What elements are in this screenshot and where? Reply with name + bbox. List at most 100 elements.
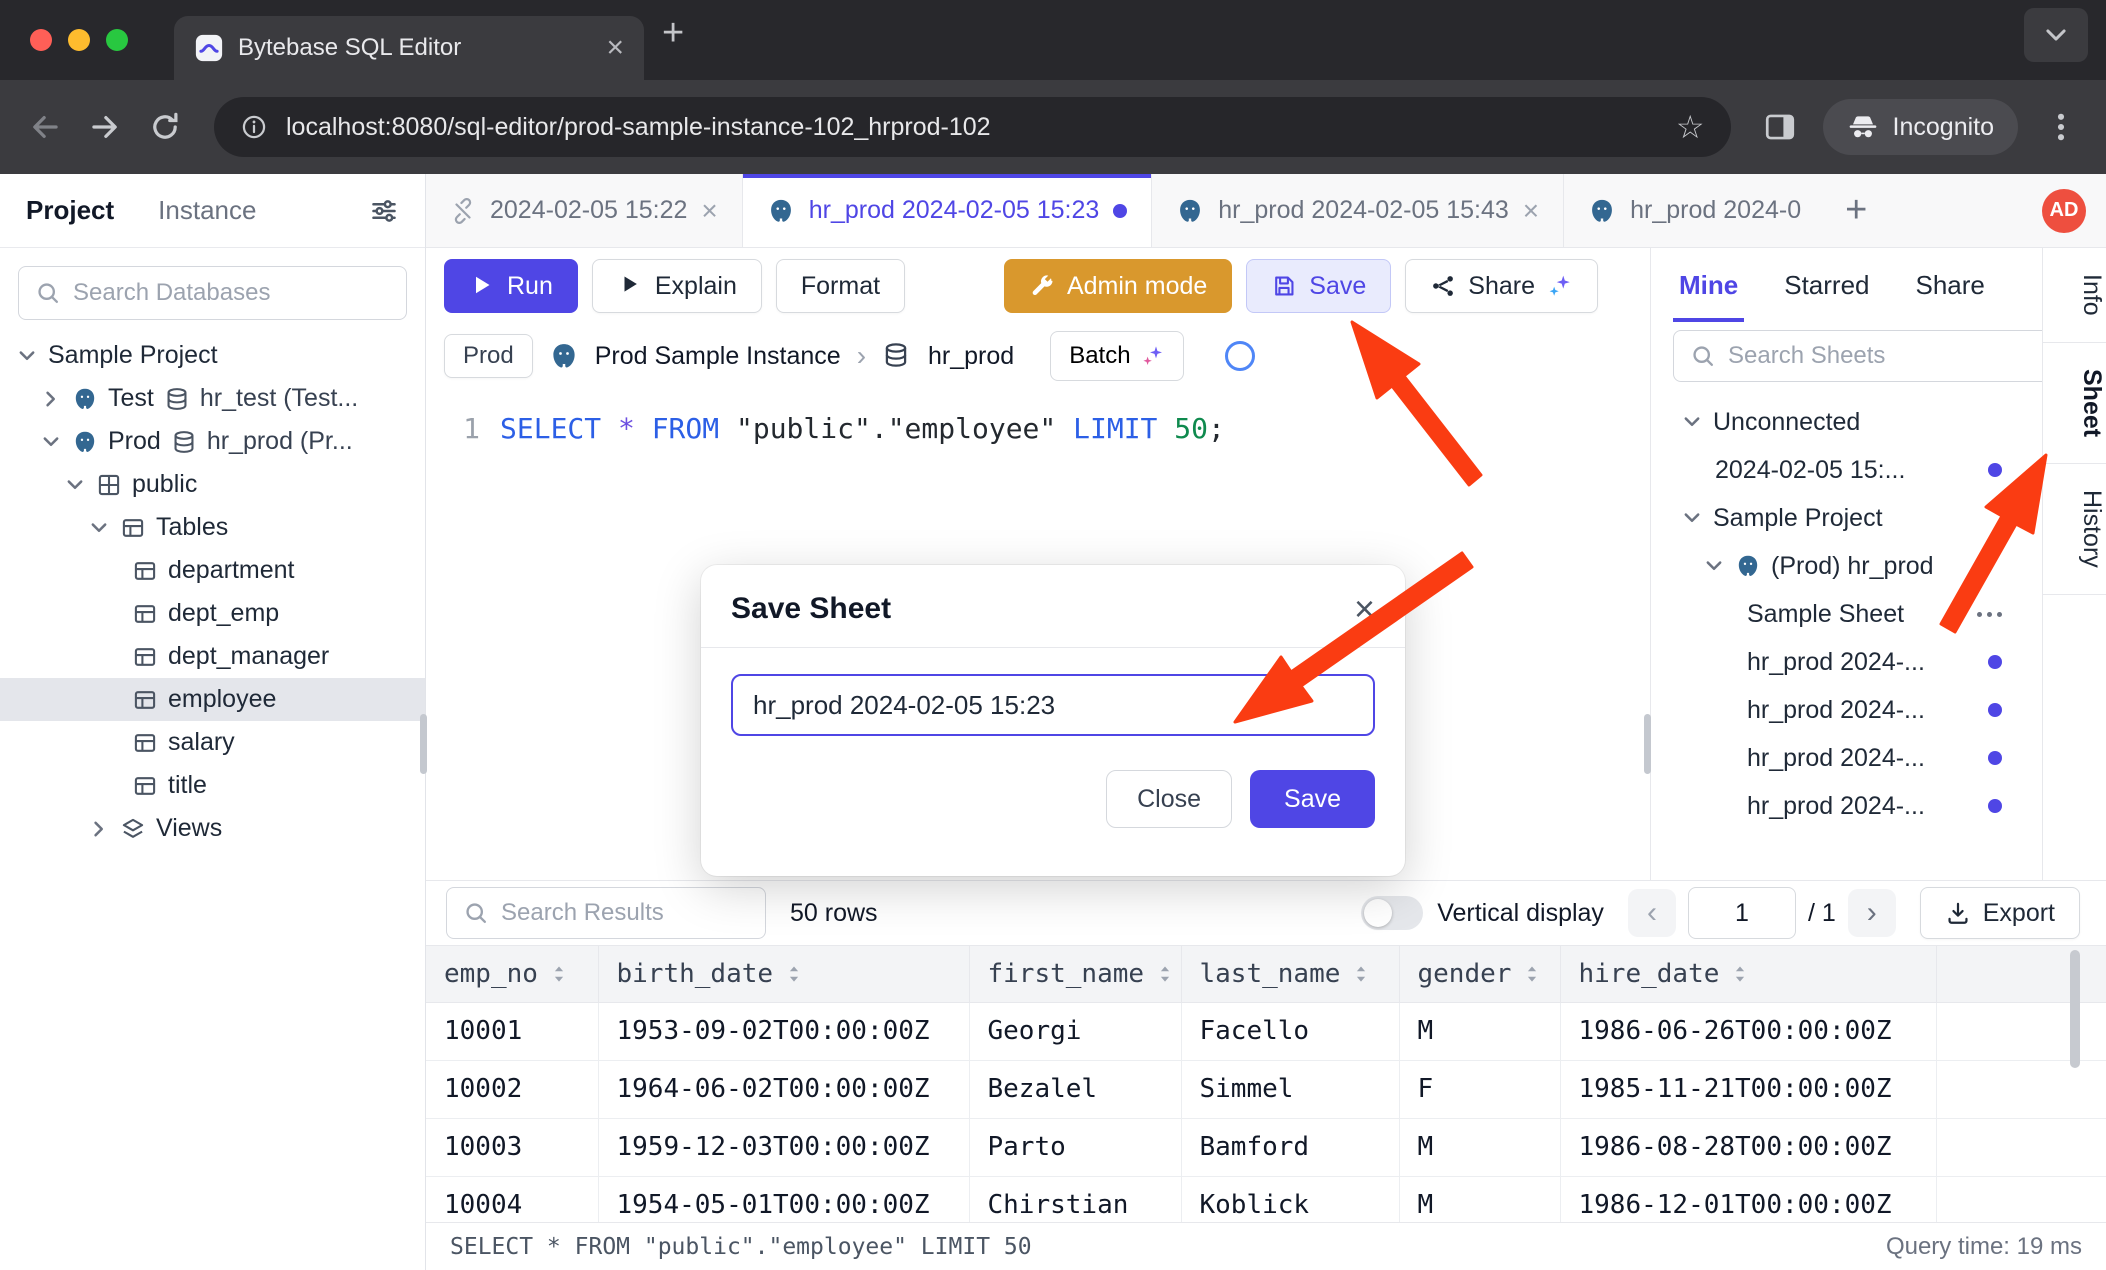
new-tab-button[interactable]: +	[662, 14, 684, 52]
cell[interactable]: Simmel	[1181, 1060, 1399, 1118]
cell[interactable]: Koblick	[1181, 1176, 1399, 1222]
cell[interactable]: Bamford	[1181, 1118, 1399, 1176]
table-row[interactable]: 10004 1954-05-01T00:00:00Z Chirstian Kob…	[426, 1176, 2106, 1222]
filter-sliders-icon[interactable]	[369, 196, 399, 226]
cell[interactable]: Parto	[969, 1118, 1181, 1176]
tree-table-salary[interactable]: salary	[0, 721, 425, 764]
cell[interactable]: M	[1399, 1002, 1560, 1060]
cell[interactable]: 10001	[426, 1002, 598, 1060]
batch-button[interactable]: Batch	[1050, 331, 1183, 381]
save-button[interactable]: Save	[1246, 259, 1391, 313]
strip-tab-history[interactable]: History	[2043, 464, 2106, 595]
cell[interactable]: F	[1399, 1060, 1560, 1118]
cell[interactable]: 1986-12-01T00:00:00Z	[1560, 1176, 1936, 1222]
tree-table-dept-emp[interactable]: dept_emp	[0, 592, 425, 635]
refresh-icon[interactable]	[1222, 338, 1258, 374]
sheet-search-input[interactable]	[1728, 342, 2038, 370]
cell[interactable]: 1954-05-01T00:00:00Z	[598, 1176, 969, 1222]
table-row[interactable]: 10001 1953-09-02T00:00:00Z Georgi Facell…	[426, 1002, 2106, 1060]
format-button[interactable]: Format	[776, 259, 905, 313]
cell[interactable]: M	[1399, 1176, 1560, 1222]
cell[interactable]: 1986-06-26T00:00:00Z	[1560, 1002, 1936, 1060]
reload-button[interactable]	[148, 110, 182, 144]
sheet-item[interactable]: 2024-02-05 15:...	[1651, 446, 2042, 494]
editor-tab-4[interactable]: hr_prod 2024-0	[1564, 174, 1825, 247]
cell[interactable]: 1964-06-02T00:00:00Z	[598, 1060, 969, 1118]
tree-table-department[interactable]: department	[0, 549, 425, 592]
tree-schema-public[interactable]: public	[0, 463, 425, 506]
column-header[interactable]: emp_no	[426, 946, 598, 1002]
cell[interactable]: 10003	[426, 1118, 598, 1176]
tree-table-title[interactable]: title	[0, 764, 425, 807]
sheet-item[interactable]: hr_prod 2024-...	[1651, 782, 2042, 830]
database-search-input[interactable]	[73, 279, 390, 307]
tree-project[interactable]: Sample Project	[0, 334, 425, 377]
database-name[interactable]: hr_prod	[928, 342, 1014, 371]
forward-button[interactable]	[88, 110, 122, 144]
cell[interactable]: 10004	[426, 1176, 598, 1222]
sheet-item[interactable]: hr_prod 2024-...	[1651, 638, 2042, 686]
sheet-group-unconnected[interactable]: Unconnected	[1651, 398, 2042, 446]
sheet-connection[interactable]: (Prod) hr_prod	[1651, 542, 2042, 590]
column-header[interactable]: gender	[1399, 946, 1560, 1002]
tree-tables-group[interactable]: Tables	[0, 506, 425, 549]
sheet-search[interactable]	[1673, 330, 2042, 382]
browser-tab[interactable]: Bytebase SQL Editor ×	[174, 16, 644, 80]
close-icon[interactable]: ×	[701, 195, 717, 227]
window-zoom-button[interactable]	[106, 29, 128, 51]
cell[interactable]: Chirstian	[969, 1176, 1181, 1222]
cell[interactable]: M	[1399, 1118, 1560, 1176]
explain-button[interactable]: Explain	[592, 259, 762, 313]
more-menu-icon[interactable]	[1977, 612, 2002, 617]
editor-tab-2-active[interactable]: hr_prod 2024-02-05 15:23	[743, 174, 1153, 247]
tree-env-prod[interactable]: Prod hr_prod (Pr...	[0, 420, 425, 463]
strip-tab-sheet[interactable]: Sheet	[2043, 343, 2106, 464]
next-page-button[interactable]: ›	[1848, 889, 1896, 937]
url-bar[interactable]: localhost:8080/sql-editor/prod-sample-in…	[214, 97, 1731, 157]
tab-share[interactable]: Share	[1916, 248, 1985, 322]
sheet-item[interactable]: hr_prod 2024-...	[1651, 686, 2042, 734]
tab-mine[interactable]: Mine	[1679, 248, 1738, 322]
admin-mode-button[interactable]: Admin mode	[1004, 259, 1232, 313]
editor-tab-3[interactable]: hr_prod 2024-02-05 15:43 ×	[1152, 174, 1564, 247]
bookmark-icon[interactable]: ☆	[1676, 108, 1705, 146]
column-header[interactable]: hire_date	[1560, 946, 1936, 1002]
user-avatar[interactable]: AD	[2042, 189, 2086, 233]
modal-save-button[interactable]: Save	[1250, 770, 1375, 828]
strip-tab-info[interactable]: Info	[2043, 248, 2106, 343]
column-header[interactable]: last_name	[1181, 946, 1399, 1002]
results-search-input[interactable]	[501, 899, 811, 927]
browser-menu-icon[interactable]	[2044, 110, 2078, 144]
site-info-icon[interactable]	[240, 113, 268, 141]
tree-table-dept-manager[interactable]: dept_manager	[0, 635, 425, 678]
close-icon[interactable]: ×	[1523, 195, 1539, 227]
vertical-scrollbar[interactable]	[2070, 950, 2080, 1068]
export-button[interactable]: Export	[1920, 887, 2080, 939]
tab-list-button[interactable]	[2024, 8, 2088, 62]
side-panel-icon[interactable]	[1763, 110, 1797, 144]
cell[interactable]: 1985-11-21T00:00:00Z	[1560, 1060, 1936, 1118]
cell[interactable]: 1953-09-02T00:00:00Z	[598, 1002, 969, 1060]
column-header[interactable]: first_name	[969, 946, 1181, 1002]
tree-env-test[interactable]: Test hr_test (Test...	[0, 377, 425, 420]
cell[interactable]: Facello	[1181, 1002, 1399, 1060]
sheet-group-project[interactable]: Sample Project	[1651, 494, 2042, 542]
run-button[interactable]: Run	[444, 259, 578, 313]
page-input[interactable]	[1688, 887, 1796, 939]
tab-starred[interactable]: Starred	[1784, 248, 1869, 322]
window-minimize-button[interactable]	[68, 29, 90, 51]
cell[interactable]: Georgi	[969, 1002, 1181, 1060]
back-button[interactable]	[28, 110, 62, 144]
sheet-name-input[interactable]	[731, 674, 1375, 736]
prev-page-button[interactable]: ‹	[1628, 889, 1676, 937]
panel-resize-handle[interactable]	[1644, 714, 1651, 774]
cell[interactable]: 1959-12-03T00:00:00Z	[598, 1118, 969, 1176]
table-row[interactable]: 10003 1959-12-03T00:00:00Z Parto Bamford…	[426, 1118, 2106, 1176]
tree-views-group[interactable]: Views	[0, 807, 425, 850]
share-button[interactable]: Share	[1405, 259, 1598, 313]
modal-close-icon[interactable]: ×	[1354, 591, 1375, 627]
cell[interactable]: 1986-08-28T00:00:00Z	[1560, 1118, 1936, 1176]
tab-close-icon[interactable]: ×	[606, 33, 624, 63]
vertical-display-toggle[interactable]	[1361, 896, 1423, 930]
instance-name[interactable]: Prod Sample Instance	[595, 342, 841, 371]
